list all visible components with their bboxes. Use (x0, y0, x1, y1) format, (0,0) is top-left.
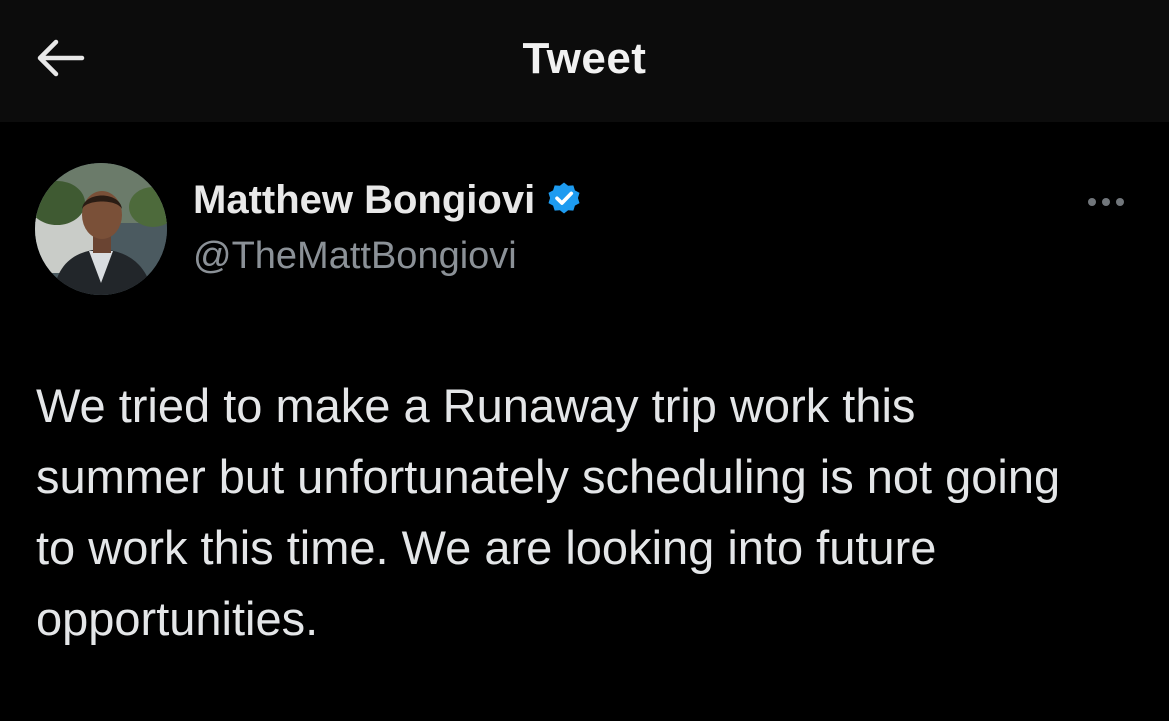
more-dot (1102, 198, 1110, 206)
author-handle[interactable]: @TheMattBongiovi (193, 235, 517, 278)
author-name[interactable]: Matthew Bongiovi (193, 178, 535, 223)
more-dot (1116, 198, 1124, 206)
more-options-button[interactable] (1080, 184, 1132, 220)
page-title: Tweet (522, 34, 647, 83)
tweet-text: We tried to make a Runaway trip work thi… (36, 379, 1061, 645)
author-name-row[interactable]: Matthew Bongiovi (193, 178, 583, 223)
top-bar: Tweet (0, 0, 1169, 122)
more-horizontal-icon (1088, 198, 1096, 206)
verified-badge-icon (545, 179, 583, 222)
avatar[interactable] (35, 163, 167, 295)
